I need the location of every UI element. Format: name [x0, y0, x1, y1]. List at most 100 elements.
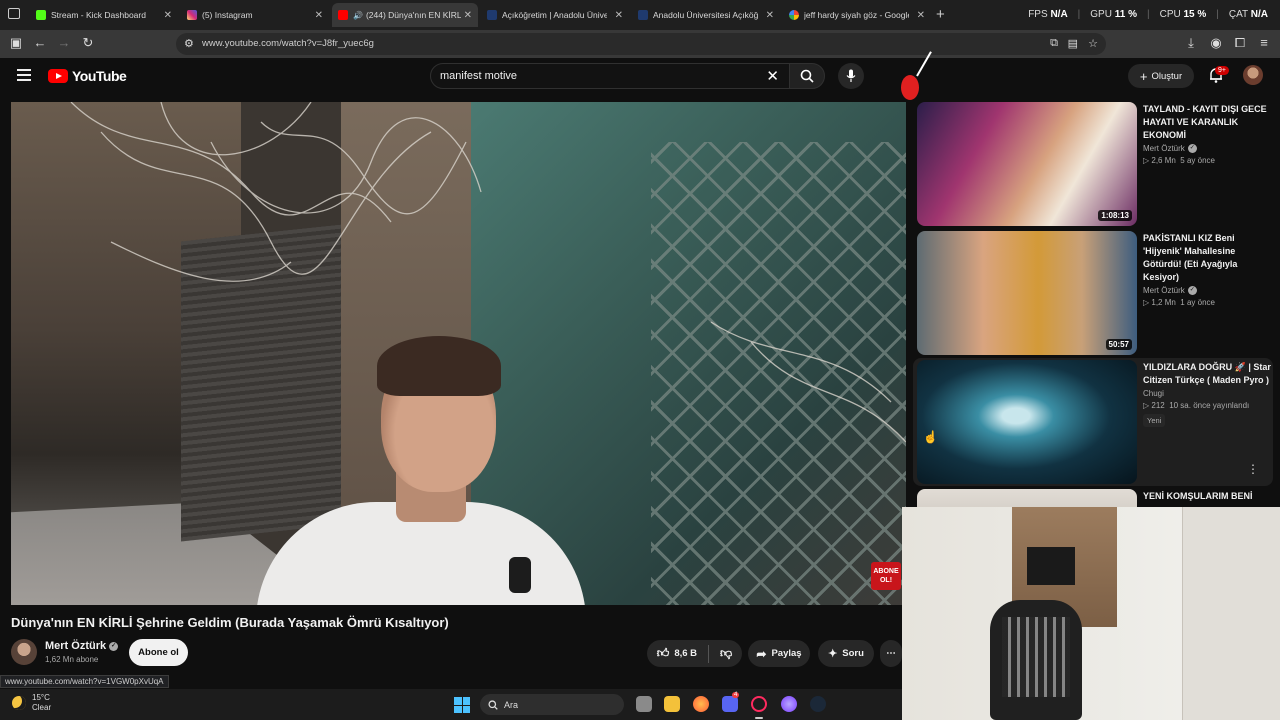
weather-widget[interactable]: 15°C Clear [12, 693, 51, 713]
address-bar[interactable]: ⚙ www.youtube.com/watch?v=J8fr_yuec6g ⧉ … [176, 33, 1106, 55]
sidebar-toggle-icon[interactable]: ▣ [7, 35, 25, 51]
tab-close-icon[interactable]: ✕ [164, 10, 172, 21]
cursor-pointer-icon: ☝ [923, 430, 938, 444]
create-button[interactable]: + Oluştur [1128, 64, 1194, 88]
tab-close-icon[interactable]: ✕ [615, 10, 623, 21]
windows-start-icon[interactable] [454, 697, 470, 713]
recommendation-title[interactable]: YILDIZLARA DOĞRU 🚀 | Star Citizen Türkçe… [1143, 361, 1273, 387]
tab-close-icon[interactable]: ✕ [464, 10, 472, 21]
recommendation-channel[interactable]: Mert Öztürk ✓ [1143, 286, 1273, 295]
kick-favicon-icon [36, 10, 46, 20]
address-url[interactable]: www.youtube.com/watch?v=J8fr_yuec6g [202, 38, 374, 49]
forward-icon[interactable]: → [55, 35, 73, 50]
duration-badge: 50:57 [1105, 339, 1132, 350]
recommendation-channel[interactable]: Mert Öztürk ✓ [1143, 144, 1273, 153]
search-icon [488, 699, 498, 710]
hamburger-menu-icon[interactable] [17, 69, 31, 81]
recommendation-channel[interactable]: Chugi [1143, 389, 1273, 398]
recommendation-item-hovered[interactable]: ☝ YILDIZLARA DOĞRU 🚀 | Star Citizen Türk… [913, 358, 1273, 486]
account-avatar[interactable] [1243, 65, 1263, 85]
cpu-stat: CPU 15 % [1159, 9, 1207, 20]
cat-stat: ÇAT N/A [1228, 9, 1268, 20]
back-icon[interactable]: ← [31, 35, 49, 50]
webcam-range-hood [1027, 547, 1075, 585]
tab-label: Açıköğretim | Anadolu Üniversit [502, 10, 607, 20]
recommendation-item[interactable]: YENİ KOMŞULARIM BENİ [917, 489, 1277, 507]
ask-button[interactable]: ✦ Soru [818, 640, 874, 667]
new-tab-icon[interactable]: + [936, 6, 945, 23]
tab-kick-dashboard[interactable]: Stream - Kick Dashboard ✕ [30, 3, 178, 27]
streamer-webcam-overlay [902, 507, 1280, 720]
tab-acikogretim[interactable]: Açıköğretim | Anadolu Üniversit ✕ [481, 3, 629, 27]
tab-close-icon[interactable]: ✕ [766, 10, 774, 21]
tab-close-icon[interactable]: ✕ [917, 10, 925, 21]
share-arrow-icon: ➦ [756, 646, 767, 661]
dislike-button[interactable]: 👎︎ [720, 646, 732, 661]
subscribe-button[interactable]: Abone ol [129, 639, 188, 666]
download-icon[interactable]: ⤓ [1182, 35, 1200, 51]
discord-icon[interactable] [722, 696, 738, 712]
browser-tab-strip: Stream - Kick Dashboard ✕ (5) Instagram … [0, 0, 1280, 30]
voice-search-button[interactable] [838, 63, 864, 89]
install-app-icon[interactable]: ⧉ [1050, 37, 1058, 50]
tab-instagram[interactable]: (5) Instagram ✕ [181, 3, 329, 27]
tab-google-search[interactable]: jeff hardy siyah göz - Google'da ✕ [783, 3, 931, 27]
more-vertical-icon[interactable]: ⋮ [1247, 462, 1259, 476]
sparkle-icon: ✦ [828, 648, 838, 660]
recommendation-item[interactable]: 50:57 PAKİSTANLI KIZ Beni 'Hijyenik' Mah… [917, 231, 1277, 355]
firefox-dev-icon[interactable] [781, 696, 797, 712]
recommendation-details: YILDIZLARA DOĞRU 🚀 | Star Citizen Türkçe… [1143, 361, 1273, 428]
recommendation-meta: ▷ 1,2 Mn 1 ay önce [1143, 298, 1215, 307]
recommendation-title[interactable]: YENİ KOMŞULARIM BENİ [1143, 490, 1273, 503]
tab-label: Anadolu Üniversitesi Açıköğreti [653, 10, 758, 20]
youtube-logo[interactable]: YouTube [48, 68, 127, 84]
recommendation-channel-name[interactable]: Chugi [1143, 389, 1164, 398]
search-input[interactable]: manifest motive [440, 70, 517, 82]
reader-mode-icon[interactable]: ▤ [1068, 37, 1078, 50]
tab-anadolu-universitesi[interactable]: Anadolu Üniversitesi Açıköğreti ✕ [632, 3, 780, 27]
share-button[interactable]: ➦ Paylaş [748, 640, 810, 667]
performance-overlay: FPS N/A | GPU 11 % | CPU 15 % | ÇAT N/A [1028, 9, 1268, 20]
search-box[interactable]: manifest motive ✕ [430, 63, 790, 89]
youtube-logo-text: YouTube [72, 68, 127, 84]
menu-icon[interactable]: ≡ [1255, 35, 1273, 50]
video-player[interactable]: ABONE OL! [11, 102, 906, 605]
profile-icon[interactable]: ◉ [1207, 35, 1225, 51]
recommendation-thumbnail[interactable]: 1:08:13 [917, 102, 1137, 226]
recommendation-title[interactable]: TAYLAND - KAYIT DIŞI GECE HAYATI VE KARA… [1143, 103, 1273, 142]
firefox-icon[interactable] [693, 696, 709, 712]
recommendation-thumbnail[interactable]: 50:57 [917, 231, 1137, 355]
moon-weather-icon [12, 696, 26, 710]
more-actions-button[interactable]: ⋯ [880, 640, 902, 667]
recommendation-title[interactable]: PAKİSTANLI KIZ Beni 'Hijyenik' Mahallesi… [1143, 232, 1273, 284]
steam-icon[interactable] [810, 696, 826, 712]
channel-avatar[interactable] [11, 639, 37, 665]
instagram-favicon-icon [187, 10, 197, 20]
taskbar-search-label: Ara [504, 699, 519, 710]
recommendation-item[interactable]: 1:08:13 TAYLAND - KAYIT DIŞI GECE HAYATI… [917, 102, 1277, 226]
speaker-icon[interactable]: 🔊 [353, 11, 363, 20]
search-button[interactable] [789, 63, 825, 89]
recommendation-thumbnail[interactable]: ☝ [917, 360, 1137, 484]
site-info-icon[interactable]: ⚙ [184, 37, 194, 50]
create-label: Oluştur [1151, 70, 1183, 82]
opera-gx-icon[interactable] [751, 696, 767, 712]
share-label: Paylaş [771, 648, 802, 659]
task-view-icon[interactable] [636, 696, 652, 712]
video-frame-person-hair [377, 336, 501, 396]
tab-search-icon[interactable] [8, 8, 20, 19]
file-explorer-icon[interactable] [664, 696, 680, 712]
taskbar-search[interactable]: Ara [480, 694, 624, 715]
channel-name[interactable]: Mert Öztürk ✓ [45, 640, 119, 652]
tab-close-icon[interactable]: ✕ [315, 10, 323, 21]
clear-search-icon[interactable]: ✕ [766, 67, 779, 85]
recommendation-channel-name[interactable]: Mert Öztürk [1143, 286, 1185, 295]
bookmark-star-icon[interactable]: ☆ [1088, 37, 1098, 50]
channel-name-text[interactable]: Mert Öztürk [45, 640, 106, 652]
recommendation-thumbnail[interactable] [917, 489, 1137, 507]
tab-youtube-video[interactable]: 🔊 (244) Dünya'nın EN KİRLİ Ş ✕ [332, 3, 478, 27]
reload-icon[interactable]: ↻ [79, 35, 97, 51]
recommendation-channel-name[interactable]: Mert Öztürk [1143, 144, 1185, 153]
extensions-icon[interactable]: ⧠ [1231, 35, 1249, 51]
like-button[interactable]: 👍︎ 8,6 B [657, 646, 697, 661]
